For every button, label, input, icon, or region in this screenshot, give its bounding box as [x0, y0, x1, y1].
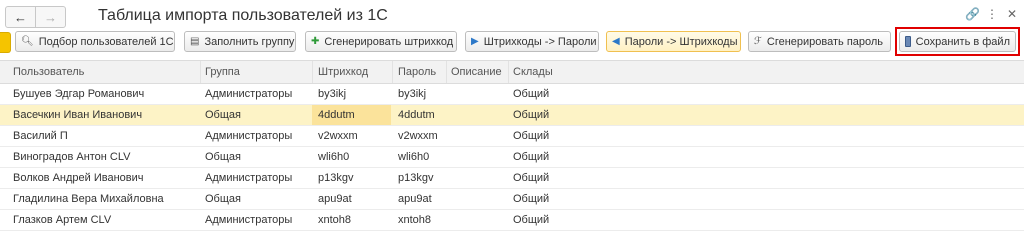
cell-password: p13kgv — [398, 172, 434, 184]
search-icon: 🔍︎ — [21, 35, 34, 47]
cell-user: Бушуев Эдгар Романович — [13, 88, 145, 100]
generate-barcode-label: Сгенерировать штрихкод — [324, 35, 454, 48]
close-icon[interactable]: ✕ — [1007, 7, 1017, 21]
cell-description — [451, 126, 511, 146]
cell-user: Глазков Артем CLV — [13, 214, 112, 226]
cell-warehouses: Общий — [513, 172, 550, 184]
column-header-password[interactable]: Пароль — [398, 61, 450, 83]
fill-group-button[interactable]: ▤ Заполнить группу — [184, 31, 296, 52]
table-row[interactable]: Бушуев Эдгар Романович Администраторы by… — [0, 84, 1024, 105]
cell-group: Администраторы — [205, 172, 293, 184]
link-icon[interactable]: 🔗 — [965, 7, 980, 21]
cell-barcode: xntoh8 — [318, 214, 352, 226]
cell-description — [451, 210, 511, 230]
cell-barcode: p13kgv — [318, 172, 354, 184]
generate-password-icon: ℱ — [754, 35, 762, 47]
forward-arrow-icon[interactable]: → — [36, 7, 65, 27]
generate-barcode-button[interactable]: ✚ Сгенерировать штрихкод — [305, 31, 457, 52]
cell-warehouses: Общий — [513, 214, 550, 226]
cell-description — [451, 84, 511, 104]
barcodes-to-passwords-button[interactable]: ▶ Штрихкоды -> Пароли — [465, 31, 599, 52]
table-row[interactable]: Василий П Администраторы v2wxxm v2wxxm О… — [0, 126, 1024, 147]
column-header-group[interactable]: Группа — [205, 61, 315, 83]
title-bar: ← → Таблица импорта пользователей из 1С … — [0, 0, 1024, 28]
cell-user: Виноградов Антон CLV — [13, 151, 131, 163]
cell-user: Васечкин Иван Иванович — [13, 109, 143, 121]
generate-password-button[interactable]: ℱ Сгенерировать пароль — [748, 31, 891, 52]
cell-group: Общая — [205, 109, 241, 121]
arrow-left-icon: ◀ — [612, 35, 620, 47]
highlight-frame — [895, 27, 1020, 56]
cell-warehouses: Общий — [513, 151, 550, 163]
generate-password-label: Сгенерировать пароль — [766, 35, 884, 48]
cell-description — [451, 105, 511, 125]
cell-warehouses: Общий — [513, 130, 550, 142]
table-row[interactable]: Гладилина Вера Михайловна Общая apu9at a… — [0, 189, 1024, 210]
cell-group: Администраторы — [205, 88, 293, 100]
cell-password: apu9at — [398, 193, 432, 205]
column-divider — [200, 61, 201, 83]
column-header-warehouses[interactable]: Склады — [513, 61, 613, 83]
users-table: Пользователь Группа Штрихкод Пароль Опис… — [0, 60, 1024, 231]
barcodes-to-passwords-label: Штрихкоды -> Пароли — [483, 35, 597, 48]
cell-warehouses: Общий — [513, 88, 550, 100]
cell-group: Общая — [205, 151, 241, 163]
column-divider — [392, 61, 393, 83]
cell-user: Гладилина Вера Михайловна — [13, 193, 164, 205]
arrow-right-icon: ▶ — [471, 35, 479, 47]
cell-warehouses: Общий — [513, 193, 550, 205]
cell-password: by3ikj — [398, 88, 427, 100]
cell-group: Администраторы — [205, 214, 293, 226]
window-controls: 🔗 ⋮ ✕ — [965, 7, 1017, 21]
cell-password: xntoh8 — [398, 214, 432, 226]
cell-password: wli6h0 — [398, 151, 430, 163]
cell-description — [451, 189, 511, 209]
cell-description — [451, 168, 511, 188]
column-divider — [508, 61, 509, 83]
fill-icon: ▤ — [190, 35, 200, 47]
cell-barcode: wli6h0 — [318, 151, 350, 163]
cell-description — [451, 147, 511, 167]
table-header: Пользователь Группа Штрихкод Пароль Опис… — [0, 60, 1024, 84]
cell-barcode: by3ikj — [318, 88, 347, 100]
generate-barcode-icon: ✚ — [311, 35, 320, 47]
passwords-to-barcodes-label: Пароли -> Штрихкоды — [624, 35, 738, 48]
cell-group: Администраторы — [205, 130, 293, 142]
fill-group-label: Заполнить группу — [204, 35, 295, 48]
column-header-description[interactable]: Описание — [451, 61, 511, 83]
cell-password: 4ddutm — [398, 109, 435, 121]
cell-warehouses: Общий — [513, 109, 550, 121]
table-row[interactable]: Волков Андрей Иванович Администраторы p1… — [0, 168, 1024, 189]
toolbar: 🔍︎ Подбор пользователей 1С ▤ Заполнить г… — [0, 31, 1024, 54]
cell-barcode: apu9at — [318, 193, 352, 205]
cell-barcode: v2wxxm — [318, 130, 358, 142]
table-row[interactable]: Глазков Артем CLV Администраторы xntoh8 … — [0, 210, 1024, 231]
cell-user: Василий П — [13, 130, 68, 142]
navigation-group: ← → — [5, 6, 66, 28]
select-users-button[interactable]: 🔍︎ Подбор пользователей 1С — [15, 31, 175, 52]
column-header-user[interactable]: Пользователь — [13, 61, 203, 83]
column-divider — [446, 61, 447, 83]
cell-user: Волков Андрей Иванович — [13, 172, 144, 184]
cell-group: Общая — [205, 193, 241, 205]
passwords-to-barcodes-button[interactable]: ◀ Пароли -> Штрихкоды — [606, 31, 741, 52]
column-divider — [312, 61, 313, 83]
more-menu-icon[interactable]: ⋮ — [986, 7, 998, 21]
page-title: Таблица импорта пользователей из 1С — [98, 7, 388, 24]
table-row[interactable]: Виноградов Антон CLV Общая wli6h0 wli6h0… — [0, 147, 1024, 168]
table-row-selected[interactable]: Васечкин Иван Иванович Общая 4ddutm 4ddu… — [0, 105, 1024, 126]
column-header-barcode[interactable]: Штрихкод — [318, 61, 396, 83]
back-arrow-icon[interactable]: ← — [6, 7, 36, 27]
cell-barcode-active[interactable]: 4ddutm — [312, 105, 391, 125]
cell-password: v2wxxm — [398, 130, 438, 142]
select-users-label: Подбор пользователей 1С — [38, 35, 174, 48]
